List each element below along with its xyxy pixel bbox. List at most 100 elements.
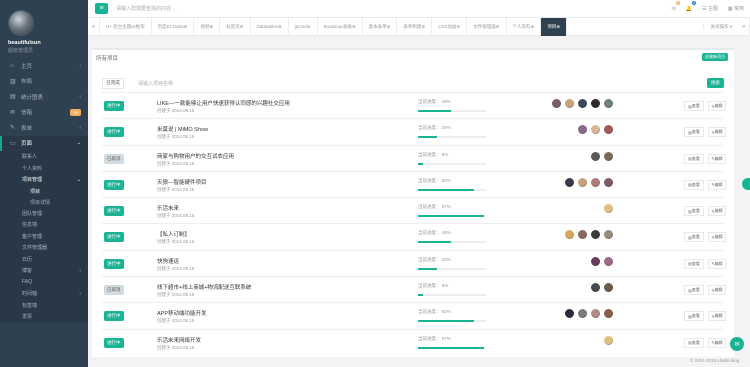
project-name[interactable]: 乐活未来 (157, 204, 179, 212)
close-icon[interactable]: ⊗ (278, 24, 282, 30)
project-name[interactable]: 商家与购物用户的交互试衣应用 (157, 152, 234, 160)
member-avatar[interactable] (603, 282, 614, 294)
sidebar-moreitem-7[interactable]: 时间轴 ‹ (0, 288, 88, 300)
tab-5[interactable]: jqGrid ⊗ (289, 17, 318, 36)
sidebar-moreitem-5[interactable]: 博客 ‹ (0, 265, 88, 277)
close-icon[interactable]: ⊗ (456, 24, 460, 30)
close-icon[interactable]: ⊗ (352, 24, 356, 30)
edit-button[interactable]: ✎ 编辑 (708, 101, 726, 111)
member-avatar[interactable] (577, 124, 588, 136)
member-avatar[interactable] (590, 308, 601, 320)
sidebar-moreitem-2[interactable]: 客户管理 (0, 231, 88, 243)
view-button[interactable]: ▤ 查看 (684, 179, 704, 190)
project-name[interactable]: LIKE—一款能够让用户快速获得认同感的兴趣社交应用 (157, 99, 290, 107)
tab-6[interactable]: Bootstrap表格 ⊗ (318, 17, 363, 36)
close-icon[interactable]: ⊗ (307, 24, 311, 30)
project-name[interactable]: 乐活未来网络开发 (157, 336, 201, 344)
view-button[interactable]: ▤ 查看 (684, 101, 704, 111)
tab-8[interactable]: 表单构建 ⊗ (397, 17, 433, 36)
member-avatar[interactable] (590, 150, 601, 162)
member-avatar[interactable] (577, 229, 588, 241)
edit-button[interactable]: ✎ 编辑 (708, 179, 726, 190)
tabs-next-button[interactable]: » (738, 17, 750, 36)
sidebar-moreitem-1[interactable]: 信息墙 (0, 219, 88, 231)
view-button[interactable]: ▤ 查看 (684, 258, 704, 269)
theme-button[interactable]: ☰ 主题 (702, 5, 718, 13)
project-name[interactable]: 快狗速运 (157, 257, 179, 265)
status-filter[interactable]: 已完成 (102, 77, 124, 89)
member-avatar[interactable] (603, 150, 614, 162)
sidebar-moreitem-0[interactable]: 团队管理 (0, 208, 88, 220)
sidebar-item-4[interactable]: ✎ 表单 ‹ (0, 120, 88, 136)
create-project-button[interactable]: 创建新项目 (702, 53, 728, 61)
close-icon[interactable]: ⊗ (421, 24, 425, 30)
sidebar-moreitem-8[interactable]: 标签墙 (0, 300, 88, 312)
member-avatar[interactable] (590, 229, 601, 241)
close-icon[interactable]: ⊗ (531, 24, 535, 30)
close-icon[interactable]: ⊗ (240, 24, 244, 30)
tab-0[interactable]: H+ 后台主题UI框架 (100, 17, 152, 36)
settings-float-tab[interactable] (742, 178, 750, 190)
member-avatar[interactable] (603, 334, 614, 346)
member-avatar[interactable] (590, 176, 601, 188)
tab-1[interactable]: 百度ECHarts ⊗ (152, 17, 195, 36)
view-button[interactable]: ▤ 查看 (684, 206, 704, 217)
edit-button[interactable]: ✎ 编辑 (708, 127, 726, 138)
close-icon[interactable]: ⊗ (556, 24, 560, 30)
close-icon[interactable]: ⊗ (496, 24, 500, 30)
tab-9[interactable]: CSS动画 ⊗ (432, 17, 468, 36)
project-name[interactable]: 【私人订制】 (157, 230, 190, 238)
tabs-close-menu[interactable]: 关闭操作 ▾ (703, 23, 738, 30)
view-button[interactable]: ▤ 查看 (684, 285, 704, 296)
member-avatar[interactable] (577, 176, 588, 188)
project-name[interactable]: 米莫说 | MiMO Show (157, 125, 208, 133)
sidebar-item-3[interactable]: ✉ 信箱 16 (0, 105, 88, 121)
member-avatar[interactable] (590, 124, 601, 136)
edit-button[interactable]: ✎ 编辑 (708, 285, 726, 296)
view-button[interactable]: ▤ 查看 (684, 232, 704, 243)
sidebar-subsubitem-0[interactable]: 项目 (0, 186, 88, 197)
member-avatar[interactable] (603, 229, 614, 241)
more-button[interactable]: ▦ 常用 (728, 5, 744, 13)
sidebar-moreitem-9[interactable]: 发票 (0, 311, 88, 323)
member-avatar[interactable] (564, 229, 575, 241)
member-avatar[interactable] (590, 98, 601, 109)
tab-11[interactable]: 个人资料 ⊗ (507, 17, 542, 36)
sidebar-moreitem-3[interactable]: 文件管理器 (0, 242, 88, 254)
edit-button[interactable]: ✎ 编辑 (708, 153, 726, 164)
sidebar-subitem-1[interactable]: 个人资料 (0, 163, 88, 175)
sidebar-item-0[interactable]: ⌂ 主页 ‹ (0, 58, 88, 74)
sidebar-item-2[interactable]: ▤ 统计图表 ‹ (0, 89, 88, 105)
project-name[interactable]: 天狼—智能硬件项目 (157, 178, 207, 186)
tab-4[interactable]: Datatables ⊗ (251, 17, 289, 36)
member-avatar[interactable] (590, 282, 601, 294)
edit-button[interactable]: ✎ 编辑 (708, 337, 726, 348)
edit-button[interactable]: ✎ 编辑 (708, 206, 726, 217)
edit-button[interactable]: ✎ 编辑 (708, 258, 726, 269)
member-avatar[interactable] (577, 98, 588, 109)
sidebar-subitem-2[interactable]: 项目管理 ⌄ (0, 174, 88, 186)
edit-button[interactable]: ✎ 编辑 (708, 311, 726, 322)
close-icon[interactable]: ⊗ (184, 24, 188, 30)
chat-button[interactable]: ✉ (730, 337, 744, 351)
member-avatar[interactable] (603, 98, 614, 109)
top-search-input[interactable]: 请输入您需要查找的内容 … (116, 5, 177, 12)
tab-3[interactable]: 标签页 ⊗ (220, 17, 251, 36)
member-avatar[interactable] (564, 176, 575, 188)
sidebar-moreitem-6[interactable]: FAQ (0, 277, 88, 289)
close-icon[interactable]: ⊗ (209, 24, 213, 30)
project-name[interactable]: 线下超市+线上商城+物流配送互联系统 (157, 283, 251, 291)
sidebar-moreitem-4[interactable]: 日历 (0, 254, 88, 266)
tab-2[interactable]: 视频 ⊗ (194, 17, 221, 36)
user-avatar[interactable] (8, 10, 34, 36)
alerts-button[interactable]: 🔔 4 (686, 0, 696, 12)
member-avatar[interactable] (564, 98, 575, 109)
messages-button[interactable]: ✉ 8 (672, 0, 680, 12)
member-avatar[interactable] (590, 255, 601, 267)
member-avatar[interactable] (603, 124, 614, 136)
tabs-prev-button[interactable]: « (88, 17, 100, 36)
close-icon[interactable]: ⊗ (387, 24, 391, 30)
search-button[interactable]: 搜索 (707, 78, 724, 88)
tab-10[interactable]: 文件管理器 ⊗ (467, 17, 507, 36)
member-avatar[interactable] (577, 308, 588, 320)
